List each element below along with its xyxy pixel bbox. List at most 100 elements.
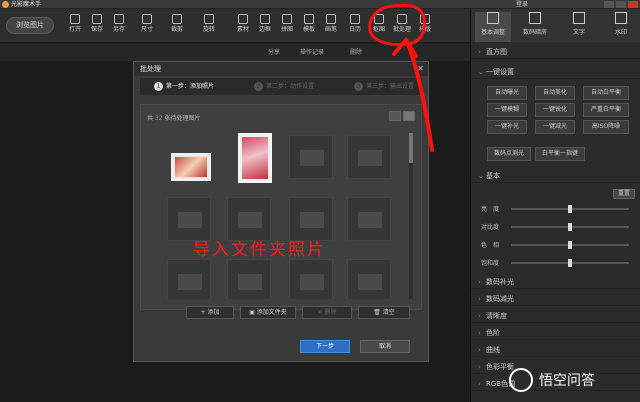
tool-crop[interactable]: 裁剪: [166, 14, 188, 34]
share-button[interactable]: 分享: [268, 47, 280, 56]
tab-text[interactable]: 文字: [561, 12, 597, 36]
auto-white-balance-button[interactable]: 自动白平衡: [583, 86, 629, 100]
tool-collage[interactable]: 拼图: [276, 14, 298, 34]
one-click-reduce-light-button[interactable]: 一键减光: [535, 120, 575, 134]
saturation-slider[interactable]: 饱和度: [481, 257, 633, 269]
text-icon: [573, 12, 585, 24]
high-iso-denoise-button[interactable]: 高ISO降噪: [583, 120, 629, 134]
tool-save-as[interactable]: 另存: [108, 14, 130, 34]
template-icon: [304, 14, 314, 24]
photo-thumbnail[interactable]: [238, 133, 272, 183]
slider-thumb[interactable]: [568, 223, 572, 231]
tool-save[interactable]: 保存: [86, 14, 108, 34]
tool-rotate[interactable]: 旋转: [198, 14, 220, 34]
sub-toolbar: 分享 操作记录 删除: [0, 44, 470, 61]
one-click-sharpen-button[interactable]: 一键锐化: [535, 103, 575, 117]
slider-thumb[interactable]: [568, 259, 572, 267]
dialog-title: 批处理: [134, 62, 428, 76]
title-bar: 光影魔术手 登录: [0, 0, 640, 9]
main-toolbar: 浏览图片 打开 保存 另存 尺寸 裁剪 旋转 素材 边框 拼图 模板 画笔 日历…: [0, 9, 470, 43]
batch-dialog: 批处理 ✕ 1 第一步：添加照片 2 第二步：动作设置 3 第三步：输出设置 共 32…: [133, 61, 429, 362]
grid-view-icon[interactable]: [403, 111, 415, 121]
history-button[interactable]: 操作记录: [300, 47, 324, 56]
folder-icon: [70, 14, 80, 24]
hue-slider[interactable]: 色 相: [481, 239, 633, 251]
step-2: 2 第二步：动作设置: [254, 78, 314, 95]
section-curves[interactable]: › 曲线: [471, 343, 640, 357]
tool-material[interactable]: 素材: [232, 14, 254, 34]
step-3: 3 第三步：输出设置: [354, 78, 414, 95]
watermark: 悟空问答: [505, 366, 635, 394]
right-panel: 基本调整 数码暗房 文字 水印 › 直方图 ⌄ 一键设置 自动曝光 自动美化 自动白…: [470, 9, 640, 402]
tool-layout[interactable]: 排版: [414, 14, 436, 34]
section-clarity[interactable]: › 清晰度: [471, 309, 640, 323]
slider-thumb[interactable]: [568, 241, 572, 249]
white-balance-picker-button[interactable]: 白平衡一指键: [535, 147, 585, 161]
browse-images-button[interactable]: 浏览图片: [6, 17, 54, 34]
next-step-button[interactable]: 下一步: [300, 340, 350, 353]
contrast-slider[interactable]: 对比度: [481, 221, 633, 233]
image-placeholder: [289, 135, 333, 179]
right-panel-tabs: 基本调整 数码暗房 文字 水印: [471, 9, 640, 42]
watermark-icon: [615, 12, 627, 24]
image-placeholder: [227, 259, 271, 299]
tab-watermark[interactable]: 水印: [603, 12, 639, 36]
one-click-blur-button[interactable]: 一键模糊: [487, 103, 527, 117]
slider-thumb[interactable]: [568, 205, 572, 213]
tool-open[interactable]: 打开: [64, 14, 86, 34]
close-icon[interactable]: [628, 1, 638, 8]
tool-brush[interactable]: 画笔: [320, 14, 342, 34]
section-levels[interactable]: › 色阶: [471, 326, 640, 340]
auto-beautify-button[interactable]: 自动美化: [535, 86, 575, 100]
tool-template[interactable]: 模板: [298, 14, 320, 34]
section-one-click[interactable]: ⌄ 一键设置: [471, 65, 640, 79]
one-click-fill-light-button[interactable]: 一键补光: [487, 120, 527, 134]
cancel-button[interactable]: 取消: [360, 340, 410, 353]
section-histogram[interactable]: › 直方图: [471, 45, 640, 59]
image-placeholder: [289, 259, 333, 299]
strict-white-balance-button[interactable]: 严重白平衡: [583, 103, 629, 117]
remove-button[interactable]: ✕ 删除: [302, 306, 352, 319]
maximize-icon[interactable]: [616, 1, 626, 8]
tab-basic-adjust[interactable]: 基本调整: [475, 12, 511, 42]
tool-calendar[interactable]: 日历: [344, 14, 366, 34]
watermark-logo-icon: [509, 368, 533, 392]
image-placeholder: [347, 135, 391, 179]
minimize-icon[interactable]: [604, 1, 614, 8]
delete-button[interactable]: 删除: [350, 47, 362, 56]
close-icon[interactable]: ✕: [417, 64, 424, 73]
section-digital-fill[interactable]: › 数码补光: [471, 275, 640, 289]
spot-metering-button[interactable]: 数码点测光: [487, 147, 531, 161]
scrollbar[interactable]: [409, 133, 413, 299]
save-icon: [92, 14, 102, 24]
section-basic[interactable]: ⌄ 基本: [471, 169, 640, 183]
thumbnail-grid: [161, 133, 401, 299]
adjust-icon: [487, 12, 499, 24]
resize-icon: [142, 14, 152, 24]
section-digital-reduce[interactable]: › 数码减光: [471, 292, 640, 306]
login-link[interactable]: 登录: [516, 0, 528, 9]
tool-batch[interactable]: 批处理: [391, 14, 413, 34]
image-placeholder: [347, 259, 391, 299]
brightness-slider[interactable]: 亮 度: [481, 203, 633, 215]
app-title: 光影魔术手: [11, 1, 42, 8]
image-placeholder: [167, 259, 211, 299]
tool-frame[interactable]: 边框: [254, 14, 276, 34]
layout-icon: [420, 14, 430, 24]
add-button[interactable]: + 添加: [186, 306, 234, 319]
rotate-icon: [204, 14, 214, 24]
add-folder-button[interactable]: ▣ 添加文件夹: [240, 306, 296, 319]
list-view-icon[interactable]: [389, 111, 401, 121]
clear-button[interactable]: 🗑 清空: [358, 306, 410, 319]
tool-cutout[interactable]: 抠图: [368, 14, 390, 34]
crop-icon: [172, 14, 182, 24]
photo-thumbnail[interactable]: [171, 153, 211, 181]
collage-icon: [282, 14, 292, 24]
auto-exposure-button[interactable]: 自动曝光: [487, 86, 527, 100]
reset-button[interactable]: 重置: [613, 189, 635, 199]
calendar-icon: [350, 14, 360, 24]
cutout-icon: [374, 14, 384, 24]
tab-darkroom[interactable]: 数码暗房: [517, 12, 553, 36]
tool-resize[interactable]: 尺寸: [136, 14, 158, 34]
batch-icon: [397, 14, 407, 24]
